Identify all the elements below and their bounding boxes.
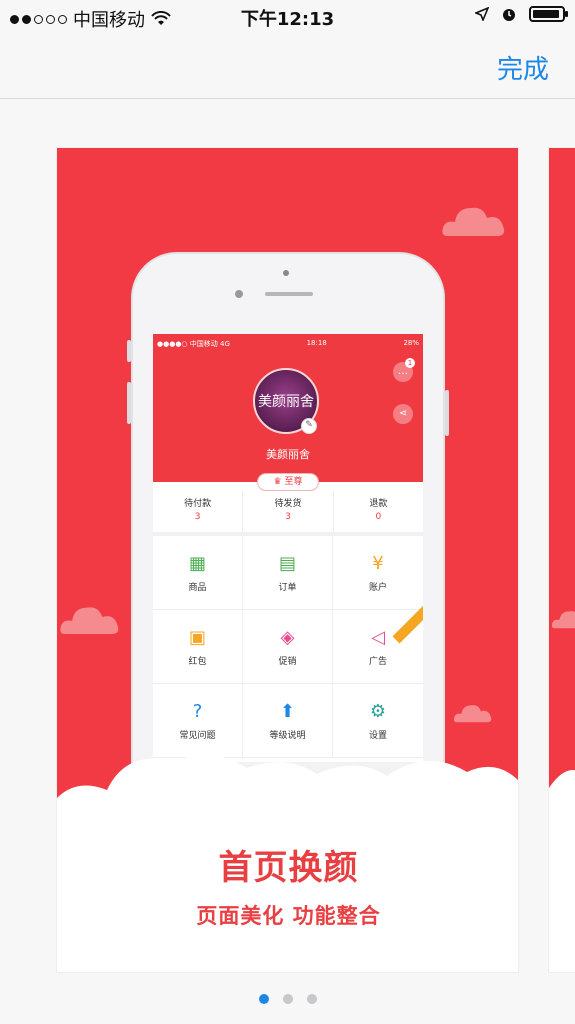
cloud-icon <box>453 705 492 723</box>
menu-item-label: 等级说明 <box>269 731 306 741</box>
page-dot[interactable] <box>282 994 293 1004</box>
cloud-icon <box>60 607 119 634</box>
menu-item-label: 促销 <box>278 657 297 667</box>
phone-sensor <box>235 290 243 298</box>
app-screenshot-card[interactable]: ●●●●○ 中国移动 4G 18:18 28% … 1 ⋖ 美颜丽舍 ✎ 美颜丽… <box>56 147 519 973</box>
order-summary: 待付款 3 待发货 3 退款 0 <box>153 492 423 536</box>
page-dot[interactable] <box>306 994 317 1004</box>
order-status-label: 退款 <box>369 499 388 509</box>
vip-tag-label: 至尊 <box>284 477 303 487</box>
alarm-icon <box>503 9 515 21</box>
status-right <box>475 6 568 22</box>
page-dot[interactable] <box>258 994 269 1004</box>
menu-item-label: 设置 <box>368 731 387 741</box>
grid-icon: ▦ <box>188 553 206 574</box>
page-indicator[interactable] <box>0 994 575 1004</box>
caption-subtitle: 页面美化 功能整合 <box>196 904 381 928</box>
location-arrow-icon <box>475 7 489 21</box>
share-icon: ⋖ <box>393 404 413 424</box>
phone-speaker <box>265 292 313 296</box>
shop-name: 美颜丽舍 <box>266 448 310 461</box>
menu-item-label: 红包 <box>188 657 207 667</box>
menu-item-red-packet: ▣ 红包 <box>153 610 243 684</box>
question-icon: ? <box>192 701 203 722</box>
menu-item-tag: ◈ 促销 <box>243 610 333 684</box>
next-screenshot-card[interactable] <box>548 147 575 973</box>
menu-item-label: 订单 <box>278 583 297 593</box>
order-status-count: 3 <box>285 512 291 522</box>
navigation-bar: 完成 <box>0 34 575 99</box>
red-packet-icon: ▣ <box>188 627 206 648</box>
done-button[interactable]: 完成 <box>497 49 549 86</box>
moneybag-icon: ¥ <box>372 553 384 574</box>
cloud-icon <box>551 611 575 629</box>
menu-item-label: 常见问题 <box>179 731 216 741</box>
phone-side-button <box>127 340 131 362</box>
message-badge: 1 <box>405 358 415 368</box>
gear-icon: ⚙ <box>369 701 387 722</box>
menu-item-clipboard: ▤ 订单 <box>243 536 333 610</box>
menu-item-moneybag: ¥ 账户 <box>333 536 423 610</box>
caption-title: 首页换颜 <box>218 848 359 888</box>
menu-item-upgrade: ⬆ 等级说明 <box>243 684 333 758</box>
cloud-icon <box>442 207 505 236</box>
order-status-item: 待付款 3 <box>153 492 244 532</box>
menu-item-label: 账户 <box>368 583 387 593</box>
cloud-wave <box>549 770 575 972</box>
phone-screen: ●●●●○ 中国移动 4G 18:18 28% … 1 ⋖ 美颜丽舍 ✎ 美颜丽… <box>153 334 423 814</box>
clipboard-icon: ▤ <box>278 553 296 574</box>
phone-battery: 28% <box>403 339 419 347</box>
phone-carrier: ●●●●○ 中国移动 4G <box>157 340 230 348</box>
menu-item-label: 商品 <box>188 583 207 593</box>
function-grid: ▦ 商品 ▤ 订单 ¥ 账户 ▣ 红包 ◈ 促销 ◁ 广告? 常见问题 ⬆ 等级说明 ⚙ 设置 <box>153 536 423 758</box>
tag-icon: ◈ <box>280 627 295 648</box>
upgrade-icon: ⬆ <box>279 701 296 722</box>
vip-tag: ♛ 至尊 <box>257 473 319 491</box>
phone-side-button <box>127 382 131 424</box>
edit-icon: ✎ <box>301 418 317 434</box>
menu-item-speaker: ◁ 广告 <box>333 602 423 684</box>
order-status-label: 待发货 <box>274 499 302 509</box>
menu-item-grid: ▦ 商品 <box>153 536 243 610</box>
menu-item-question: ? 常见问题 <box>153 684 243 758</box>
order-status-count: 3 <box>194 512 201 522</box>
menu-item-label: 广告 <box>368 657 387 667</box>
phone-side-button <box>445 390 449 436</box>
phone-time: 18:18 <box>306 339 327 347</box>
order-status-label: 待付款 <box>184 499 212 509</box>
phone-camera <box>283 270 289 276</box>
menu-item-gear: ⚙ 设置 <box>333 684 423 758</box>
logo-text: 美颜丽舍 <box>258 394 314 410</box>
order-status-item: 退款 0 <box>334 492 423 532</box>
phone-status-bar: ●●●●○ 中国移动 4G 18:18 28% <box>157 339 419 349</box>
order-status-count: 0 <box>375 512 382 522</box>
battery-icon <box>529 6 568 22</box>
order-status-item: 待发货 3 <box>243 492 334 532</box>
phone-mockup: ●●●●○ 中国移动 4G 18:18 28% … 1 ⋖ 美颜丽舍 ✎ 美颜丽… <box>127 252 449 814</box>
status-bar: 中国移动 下午12:13 <box>0 0 575 34</box>
